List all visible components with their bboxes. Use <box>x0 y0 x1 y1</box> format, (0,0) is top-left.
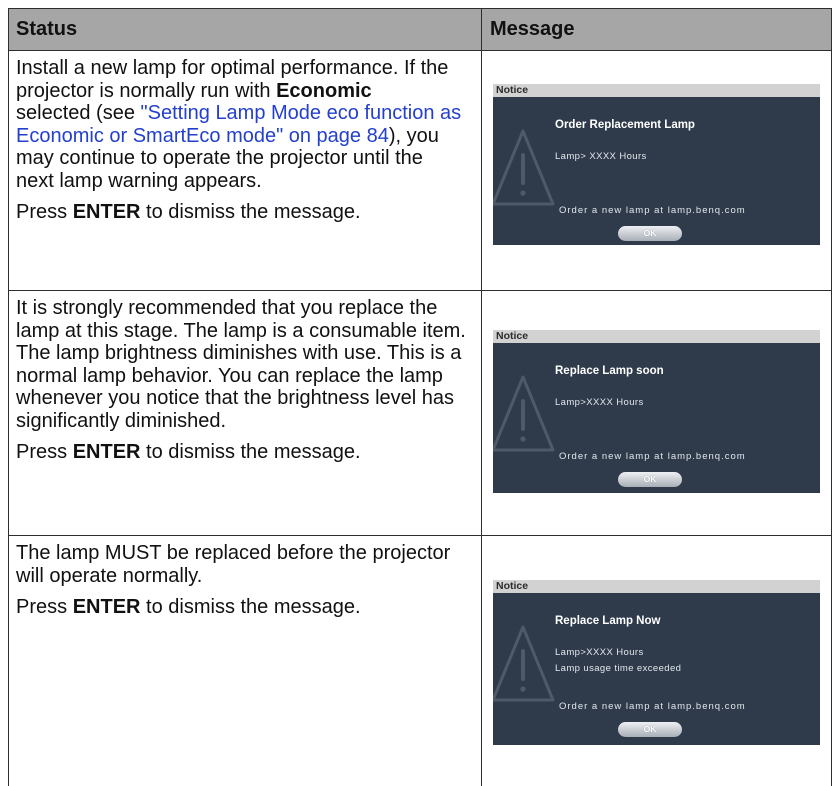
message-cell: Notice Order Replacement Lamp Lamp> XXXX… <box>482 51 831 290</box>
status-cell: The lamp MUST be replaced before the pro… <box>9 536 482 786</box>
order-lamp-text: Order a new lamp at lamp.benq.com <box>559 205 746 216</box>
page-reference-link[interactable]: "Setting Lamp Mode eco function as <box>141 102 462 124</box>
notice-title: Order Replacement Lamp <box>555 119 695 131</box>
table-row: Install a new lamp for optimal performan… <box>9 51 831 291</box>
mode-name-economic: Economic <box>276 79 372 102</box>
text-line: whenever you notice that the brightness … <box>16 387 481 410</box>
order-lamp-text: Order a new lamp at lamp.benq.com <box>559 701 746 712</box>
key-name-enter: ENTER <box>72 441 141 463</box>
text-line: Press ENTER to dismiss the message. <box>16 596 481 619</box>
page-reference-link[interactable]: Economic or SmartEco mode" on page 84 <box>16 125 389 147</box>
notice-dialog-image: Notice Replace Lamp soon Lamp>XXXX Hours… <box>493 330 820 493</box>
warning-triangle-icon <box>493 375 555 452</box>
key-name-enter: ENTER <box>72 201 141 223</box>
text-run: whenever you notice that the brightness … <box>16 387 455 409</box>
text-line: It is strongly recommended that you repl… <box>16 297 481 320</box>
column-header-status: Status <box>9 9 482 50</box>
text-run: Press <box>16 441 73 463</box>
text-run: lamp at this stage. The lamp is a consum… <box>16 319 466 342</box>
dismiss-instruction: Press ENTER to dismiss the message. <box>16 596 481 619</box>
text-line: projector is normally run with Economic <box>16 80 481 103</box>
table-row: The lamp MUST be replaced before the pro… <box>9 536 831 786</box>
notice-dialog-image: Notice Order Replacement Lamp Lamp> XXXX… <box>493 84 820 245</box>
ok-button: OK <box>618 472 682 487</box>
text-run: selected (see <box>16 102 141 124</box>
notice-dialog-image: Notice Replace Lamp Now Lamp>XXXX Hours … <box>493 580 820 745</box>
text-run: Install a new lamp for optimal performan… <box>16 57 449 79</box>
notice-title: Replace Lamp Now <box>555 615 661 627</box>
lamp-hours-text: Lamp>XXXX Hours <box>555 397 644 408</box>
text-line: The lamp brightness diminishes with use.… <box>16 342 481 365</box>
notice-title: Replace Lamp soon <box>555 365 664 377</box>
warning-triangle-icon <box>493 625 555 702</box>
lamp-hours-text: Lamp> XXXX Hours <box>555 151 647 162</box>
text-run: The lamp brightness diminishes with use.… <box>16 342 462 364</box>
text-run: to dismiss the message. <box>140 596 361 618</box>
text-run: ), you <box>388 124 439 147</box>
notice-header: Notice <box>493 330 820 343</box>
text-line: lamp at this stage. The lamp is a consum… <box>16 320 481 343</box>
text-run: normal lamp behavior. You can replace th… <box>16 364 443 387</box>
text-line: Install a new lamp for optimal performan… <box>16 57 481 80</box>
status-cell: It is strongly recommended that you repl… <box>9 291 482 535</box>
text-run: significantly diminished. <box>16 409 227 432</box>
message-cell: Notice Replace Lamp Now Lamp>XXXX Hours … <box>482 536 831 786</box>
table-header-row: Status Message <box>9 9 831 51</box>
text-run: Press <box>16 201 73 223</box>
warning-triangle-icon <box>493 129 555 206</box>
column-header-message: Message <box>490 18 575 40</box>
text-run: Press <box>16 596 73 618</box>
lamp-hours-text: Lamp>XXXX Hours <box>555 647 644 658</box>
lamp-message-table: Status Message Install a new lamp for op… <box>8 8 832 786</box>
text-line: significantly diminished. <box>16 410 481 433</box>
ok-button: OK <box>618 722 682 737</box>
text-line: Economic or SmartEco mode" on page 84), … <box>16 125 481 148</box>
dismiss-instruction: Press ENTER to dismiss the message. <box>16 201 481 224</box>
text-line: Press ENTER to dismiss the message. <box>16 441 481 464</box>
status-description: It is strongly recommended that you repl… <box>16 297 481 432</box>
text-line: next lamp warning appears. <box>16 170 481 193</box>
status-description: Install a new lamp for optimal performan… <box>16 57 481 192</box>
text-line: selected (see "Setting Lamp Mode eco fun… <box>16 102 481 125</box>
dismiss-instruction: Press ENTER to dismiss the message. <box>16 441 481 464</box>
key-name-enter: ENTER <box>72 596 141 618</box>
ok-button: OK <box>618 226 682 241</box>
text-run: It is strongly recommended that you repl… <box>16 297 438 319</box>
text-run: projector is normally run with <box>16 79 277 102</box>
text-run: may continue to operate the projector un… <box>16 147 423 169</box>
order-lamp-text: Order a new lamp at lamp.benq.com <box>559 451 746 462</box>
lamp-usage-exceeded-text: Lamp usage time exceeded <box>555 663 682 674</box>
text-line: The lamp MUST be replaced before the pro… <box>16 542 481 565</box>
text-run: to dismiss the message. <box>140 441 361 463</box>
text-run: The lamp MUST be replaced before the pro… <box>16 542 451 564</box>
notice-header: Notice <box>493 580 820 593</box>
text-run: next lamp warning appears. <box>16 169 262 192</box>
text-run: to dismiss the message. <box>140 201 361 223</box>
message-cell: Notice Replace Lamp soon Lamp>XXXX Hours… <box>482 291 831 535</box>
text-line: may continue to operate the projector un… <box>16 147 481 170</box>
status-cell: Install a new lamp for optimal performan… <box>9 51 482 290</box>
text-line: will operate normally. <box>16 565 481 588</box>
notice-header: Notice <box>493 84 820 97</box>
text-line: Press ENTER to dismiss the message. <box>16 201 481 224</box>
status-description: The lamp MUST be replaced before the pro… <box>16 542 481 587</box>
text-line: normal lamp behavior. You can replace th… <box>16 365 481 388</box>
text-run: will operate normally. <box>16 564 203 587</box>
table-row: It is strongly recommended that you repl… <box>9 291 831 536</box>
